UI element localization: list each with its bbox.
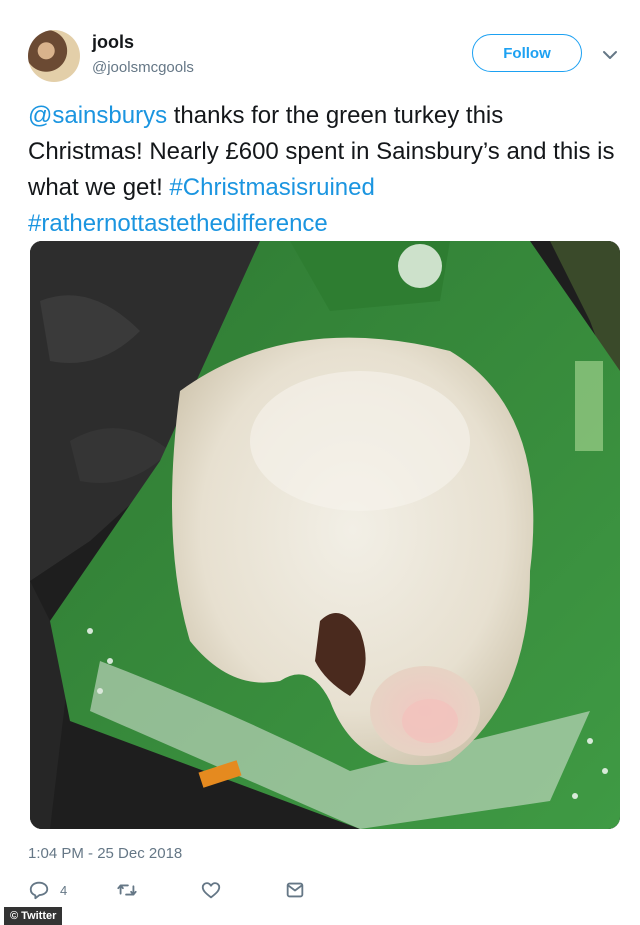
tweet-header: jools @joolsmcgools Follow (0, 0, 640, 90)
reply-count: 4 (60, 882, 68, 898)
image-credit: © Twitter (4, 907, 63, 925)
tweet-text: @sainsburys thanks for the green turkey … (28, 98, 618, 242)
chevron-down-icon[interactable] (600, 45, 620, 65)
display-name[interactable]: jools (92, 32, 134, 53)
tweet-photo[interactable] (30, 241, 620, 829)
retweet-icon (117, 884, 137, 896)
user-handle[interactable]: @joolsmcgools (92, 59, 194, 76)
reply-icon (29, 881, 49, 900)
mention-link[interactable]: @sainsburys (28, 102, 167, 129)
reply-button[interactable]: 4 (28, 878, 67, 902)
hashtag-link[interactable]: #rathernottastethedifference (28, 210, 328, 237)
envelope-icon (286, 882, 304, 898)
direct-message-button[interactable] (284, 878, 306, 902)
like-button[interactable] (200, 878, 222, 902)
tweet-actions: 4 (28, 878, 328, 902)
avatar[interactable] (28, 30, 80, 82)
retweet-button[interactable] (116, 878, 138, 902)
follow-button[interactable]: Follow (472, 34, 582, 72)
turkey-in-bag-image (30, 241, 620, 829)
tweet-timestamp[interactable]: 1:04 PM - 25 Dec 2018 (28, 845, 182, 862)
hashtag-link[interactable]: #Christmasisruined (169, 174, 374, 201)
heart-icon (201, 882, 221, 899)
